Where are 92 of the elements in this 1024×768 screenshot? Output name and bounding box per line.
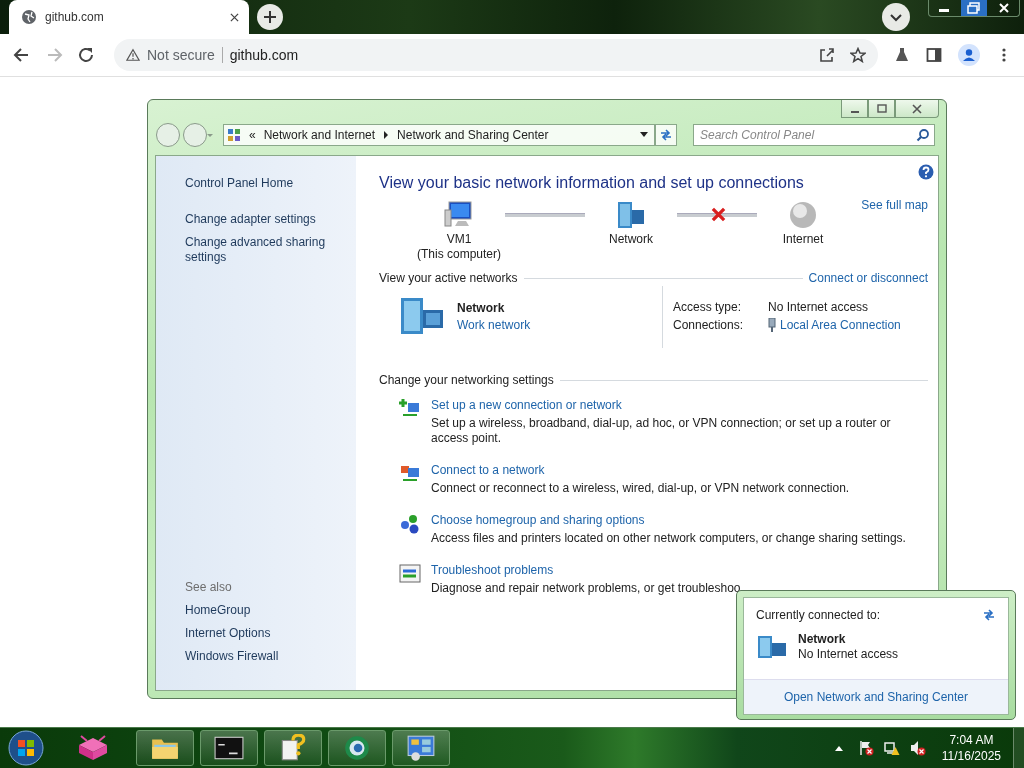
task-link[interactable]: Connect to a network (431, 463, 856, 477)
clock-date[interactable]: 11/16/2025 (941, 748, 1001, 764)
homegroup-icon (399, 513, 421, 535)
overflow-marker[interactable]: « (249, 128, 256, 142)
breadcrumb-item[interactable]: Network and Internet (263, 128, 376, 142)
map-node-label[interactable]: VM1 (446, 232, 472, 247)
network-tray-icon[interactable] (883, 740, 900, 756)
share-icon[interactable] (819, 47, 835, 63)
security-label: Not secure (147, 47, 215, 63)
url-text: github.com (229, 47, 299, 63)
network-icon[interactable] (615, 200, 647, 230)
cable-icon (768, 318, 776, 332)
troubleshoot-icon (399, 563, 421, 585)
flyout-heading: Currently connected to: (756, 608, 881, 622)
start-button[interactable] (8, 730, 44, 766)
profile-icon[interactable] (958, 44, 980, 66)
breadcrumb-item[interactable]: Network and Sharing Center (397, 128, 549, 142)
warning-icon (126, 48, 140, 62)
connection-link[interactable]: Local Area Connection (780, 318, 901, 332)
sidebar-link[interactable]: Change adapter settings (185, 212, 335, 227)
star-icon[interactable] (850, 47, 866, 63)
refresh-icon (659, 128, 673, 142)
task-description: Access files and printers located on other network computers, or change sharing settings. (431, 531, 907, 546)
see-full-map-link[interactable]: See full map (861, 198, 928, 212)
refresh-button[interactable] (655, 124, 677, 146)
connections-label: Connections: (673, 318, 745, 332)
globe-app-button[interactable] (328, 730, 386, 766)
task-link[interactable]: Choose homegroup and sharing options (431, 513, 912, 527)
task-link[interactable]: Set up a new connection or network (431, 398, 928, 412)
map-node-sublabel: (This computer) (417, 247, 501, 262)
access-type-label: Access type: (673, 300, 743, 314)
address-field[interactable]: « Network and Internet Network and Sharing Center (223, 124, 655, 146)
broken-link-icon (711, 207, 726, 222)
restore-icon[interactable] (959, 0, 989, 16)
refresh-icon[interactable] (982, 608, 996, 622)
clock-time[interactable]: 7:04 AM (949, 732, 994, 748)
minimize-icon (850, 110, 859, 113)
folder-app-button[interactable] (136, 730, 194, 766)
sidebar-link[interactable]: Change advanced sharing settings (185, 235, 335, 265)
map-node-label[interactable]: Network (609, 232, 653, 247)
sidebar-link[interactable]: Control Panel Home (185, 176, 335, 191)
access-type-value: No Internet access (768, 300, 870, 314)
tab-search-icon[interactable] (882, 3, 910, 31)
show-hidden-icons-icon[interactable] (833, 744, 844, 752)
computer-icon[interactable] (443, 200, 475, 230)
terminal-app-button[interactable] (200, 730, 258, 766)
globe-icon (21, 9, 37, 25)
page-heading: View your basic network information and set up connections (379, 174, 805, 192)
help-app-button[interactable] (264, 730, 322, 766)
see-also-heading: See also (185, 580, 233, 594)
help-icon[interactable] (918, 164, 934, 180)
network-status: No Internet access (798, 647, 899, 661)
flask-icon[interactable] (894, 47, 910, 63)
network-name: Network (457, 301, 506, 315)
sidebar-link[interactable]: Internet Options (185, 626, 335, 641)
volume-icon[interactable] (909, 740, 926, 756)
globe-icon (342, 734, 372, 762)
maximize-button[interactable] (868, 100, 895, 118)
new-tab-icon[interactable] (257, 4, 283, 30)
section-heading: View your active networks (379, 271, 518, 285)
close-icon (911, 103, 923, 114)
task-link[interactable]: Troubleshoot problems (431, 563, 747, 577)
control-panel-icon (227, 128, 241, 142)
map-node-label[interactable]: Internet (782, 232, 824, 247)
action-center-icon[interactable] (857, 740, 874, 756)
breadcrumb-arrow-icon[interactable] (383, 131, 390, 139)
close-icon[interactable] (230, 12, 239, 22)
terminal-icon (214, 734, 244, 762)
task-description: Set up a wireless, broadband, dial-up, ad hoc, or VPN connection; or set up a router or access point. (431, 416, 892, 446)
network-name: Network (798, 632, 847, 646)
tab-title: github.com (45, 10, 105, 24)
minimize-button[interactable] (841, 100, 868, 118)
reload-icon[interactable] (76, 45, 96, 65)
control-panel-icon (406, 734, 436, 762)
search-field[interactable]: Search Control Panel (693, 124, 935, 146)
network-type-link[interactable]: Work network (457, 318, 531, 332)
sidebar-link[interactable]: Windows Firewall (185, 649, 335, 664)
side-panel-icon[interactable] (926, 47, 942, 63)
sidebar-link[interactable]: HomeGroup (185, 603, 335, 618)
panel-app-button[interactable] (392, 730, 450, 766)
connect-disconnect-link[interactable]: Connect or disconnect (808, 271, 928, 285)
close-button[interactable] (895, 100, 939, 118)
search-icon[interactable] (916, 128, 930, 142)
maximize-icon (875, 103, 888, 114)
show-desktop-button[interactable] (1013, 728, 1024, 768)
app-cube-icon[interactable] (76, 734, 110, 762)
task-description: Connect or reconnect to a wireless, wired, dial-up, or VPN network connection. (431, 481, 851, 496)
dropdown-icon[interactable] (640, 132, 648, 138)
address-bar[interactable]: Not secure github.com (114, 39, 878, 71)
browser-tab[interactable]: github.com (9, 0, 249, 34)
section-heading: Change your networking settings (379, 373, 554, 387)
task-description: Diagnose and repair network problems, or get troubleshoo (431, 581, 742, 596)
